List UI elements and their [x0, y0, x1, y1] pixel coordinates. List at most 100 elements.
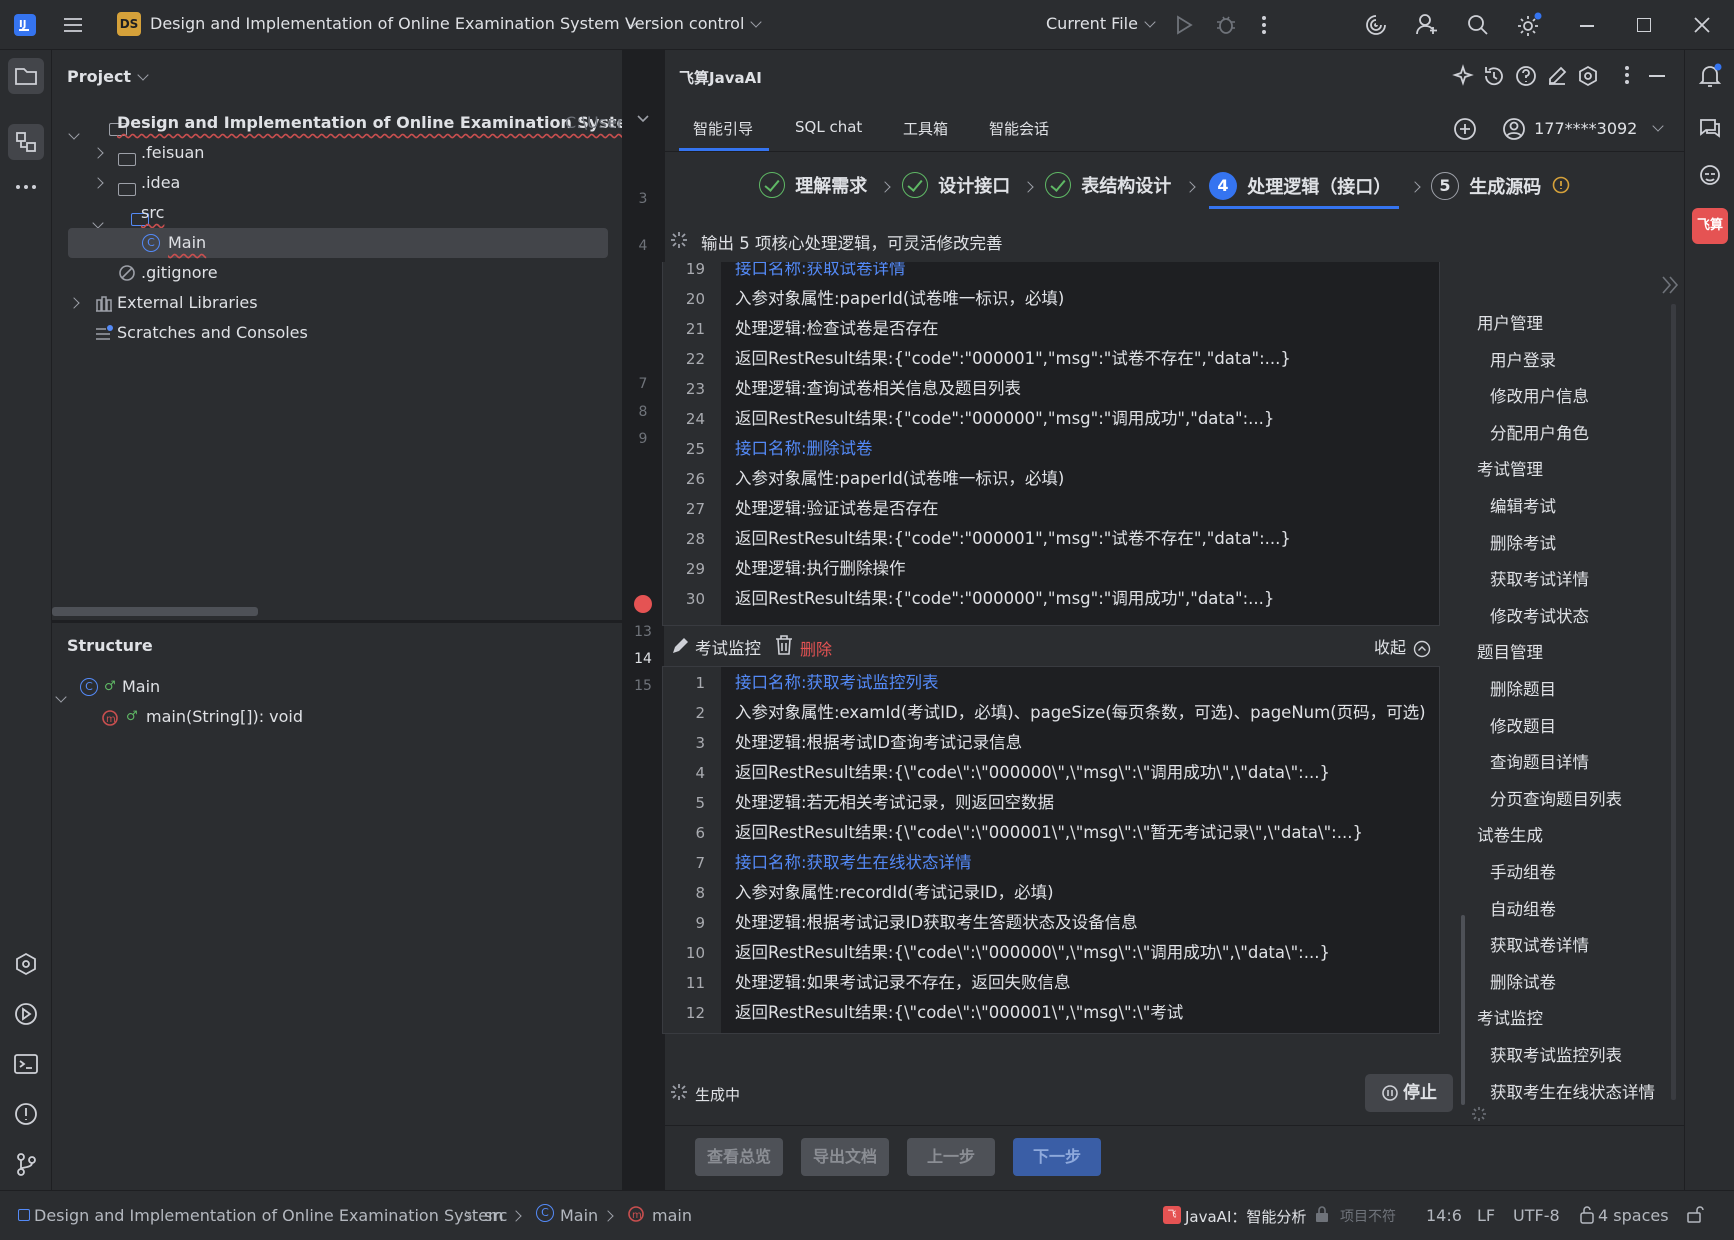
stop-button[interactable]: 停止 [1365, 1074, 1453, 1112]
tab-toolbox[interactable]: 工具箱 [903, 118, 948, 139]
breadcrumb-class[interactable]: Main [560, 1206, 598, 1225]
add-user-icon[interactable] [1415, 12, 1439, 36]
feisuan-tool-button[interactable]: 飞算 [1692, 208, 1728, 244]
code-line[interactable]: 12 返回RestResult结果:{\"code\":\"000001\",\"… [663, 998, 1439, 1028]
pencil-icon[interactable] [670, 636, 690, 656]
outline-group[interactable]: 试卷生成 [1477, 822, 1543, 846]
tree-root[interactable]: Design and Implementation of Online Exam… [52, 108, 644, 140]
step-design-api[interactable]: 设计接口 [902, 172, 1010, 198]
code-line[interactable]: 6 返回RestResult结果:{\"code\":\"000001\",\"m… [663, 818, 1439, 848]
code-line[interactable]: 30 返回RestResult结果:{"code":"000000","msg":… [663, 584, 1439, 614]
outline-group[interactable]: 考试管理 [1477, 456, 1543, 480]
code-line[interactable]: 22 返回RestResult结果:{"code":"000001","msg":… [663, 344, 1439, 374]
outline-group[interactable]: 用户管理 [1477, 310, 1543, 334]
code-line[interactable]: 26 入参对象属性:paperId(试卷唯一标识，必填) [663, 464, 1439, 494]
ai-chat-icon[interactable] [1697, 114, 1723, 140]
hide-panel-icon[interactable] [1649, 75, 1665, 77]
overview-button[interactable]: 查看总览 [695, 1138, 783, 1176]
app-logo-icon[interactable]: IJ [12, 12, 38, 38]
more-icon[interactable] [1260, 14, 1268, 36]
breadcrumb-project[interactable]: Design and Implementation of Online Exam… [34, 1206, 504, 1225]
tree-item-external-libraries[interactable]: External Libraries [52, 288, 622, 318]
step-table-design[interactable]: 表结构设计 [1045, 172, 1171, 198]
code-line[interactable]: 23 处理逻辑:查询试卷相关信息及题目列表 [663, 374, 1439, 404]
terminal-icon[interactable] [12, 1050, 40, 1078]
project-tool-button[interactable] [8, 58, 44, 94]
outline-api-item[interactable]: 获取考生在线状态详情 [1490, 1079, 1655, 1103]
outline-api-item[interactable]: 删除考试 [1490, 530, 1556, 554]
problems-icon[interactable] [12, 1100, 40, 1128]
project-panel-header[interactable]: Project [67, 67, 149, 86]
info-icon[interactable] [1551, 175, 1571, 195]
structure-class-node[interactable]: C ♂ Main [52, 672, 622, 703]
tree-item-src[interactable]: src [52, 198, 622, 229]
code-line[interactable]: 19 接口名称:获取试卷详情 [663, 262, 1439, 284]
more-tools-icon[interactable] [14, 182, 38, 192]
outline-group[interactable]: 题目管理 [1477, 639, 1543, 663]
outline-api-item[interactable]: 编辑考试 [1490, 493, 1556, 517]
ai-sparkle-icon[interactable] [1451, 64, 1475, 88]
code-line[interactable]: 9 处理逻辑:根据考试记录ID获取考生答题状态及设备信息 [663, 908, 1439, 938]
outline-api-item[interactable]: 获取考试监控列表 [1490, 1042, 1622, 1066]
plugins-icon[interactable] [12, 950, 40, 978]
step-understand[interactable]: 理解需求 [759, 172, 867, 198]
outline-api-item[interactable]: 获取试卷详情 [1490, 932, 1589, 956]
code-line[interactable]: 11 处理逻辑:如果考试记录不存在，返回失败信息 [663, 968, 1439, 998]
structure-tool-button[interactable] [8, 124, 44, 160]
outline-api-item[interactable]: 查询题目详情 [1490, 749, 1589, 773]
search-icon[interactable] [1466, 13, 1490, 37]
readonly-toggle-icon[interactable] [1686, 1204, 1704, 1224]
code-line[interactable]: 3 处理逻辑:根据考试ID查询考试记录信息 [663, 728, 1439, 758]
maximize-icon[interactable] [1637, 18, 1651, 32]
delete-section-button[interactable]: 删除 [800, 636, 832, 660]
outline-group[interactable]: 考试监控 [1477, 1005, 1543, 1029]
code-line[interactable]: 29 处理逻辑:执行删除操作 [663, 554, 1439, 584]
code-line[interactable]: 4 返回RestResult结果:{\"code\":\"000000\",\"m… [663, 758, 1439, 788]
code-line[interactable]: 24 返回RestResult结果:{"code":"000000","msg":… [663, 404, 1439, 434]
outline-api-item[interactable]: 手动组卷 [1490, 859, 1556, 883]
minimize-icon[interactable] [1580, 25, 1594, 27]
git-icon[interactable] [12, 1150, 40, 1178]
panel-settings-icon[interactable] [1576, 64, 1600, 88]
edit-icon[interactable] [1545, 64, 1569, 88]
outline-api-item[interactable]: 用户登录 [1490, 347, 1556, 371]
content-scrollbar[interactable] [1461, 915, 1465, 1105]
api-name-link[interactable]: 接口名称:获取试卷详情 [735, 262, 906, 284]
run-tool-icon[interactable] [12, 1000, 40, 1028]
code-line[interactable]: 5 处理逻辑:若无相关考试记录，则返回空数据 [663, 788, 1439, 818]
code-line[interactable]: 1 接口名称:获取考试监控列表 [663, 668, 1439, 698]
tree-item-feisuan[interactable]: .feisuan [52, 138, 622, 168]
outline-scrollbar[interactable] [1671, 304, 1676, 1100]
code-line[interactable]: 20 入参对象属性:paperId(试卷唯一标识，必填) [663, 284, 1439, 314]
tree-item-gitignore[interactable]: .gitignore [52, 258, 622, 288]
tab-chat[interactable]: 智能会话 [989, 118, 1049, 139]
main-menu-icon[interactable] [62, 14, 84, 36]
outline-api-item[interactable]: 修改题目 [1490, 713, 1556, 737]
code-line[interactable]: 21 处理逻辑:检查试卷是否存在 [663, 314, 1439, 344]
run-icon[interactable] [1174, 14, 1194, 36]
file-encoding[interactable]: UTF-8 [1513, 1206, 1560, 1225]
tree-item-scratches[interactable]: Scratches and Consoles [52, 318, 622, 348]
debug-icon[interactable] [1215, 13, 1237, 35]
trash-icon[interactable] [774, 634, 794, 656]
breakpoint-icon[interactable] [634, 595, 652, 613]
new-session-icon[interactable] [1452, 116, 1478, 142]
code-line[interactable]: 28 返回RestResult结果:{"code":"000001","msg":… [663, 524, 1439, 554]
tree-item-idea[interactable]: .idea [52, 168, 622, 198]
outline-api-item[interactable]: 自动组卷 [1490, 896, 1556, 920]
close-icon[interactable] [1694, 17, 1710, 33]
breadcrumb-src[interactable]: src [484, 1206, 507, 1225]
structure-method-node[interactable]: m ♂ main(String[]): void [52, 702, 622, 732]
prev-step-button[interactable]: 上一步 [907, 1138, 995, 1176]
notifications-icon[interactable] [1697, 62, 1723, 90]
export-doc-button[interactable]: 导出文档 [801, 1138, 889, 1176]
settings-icon[interactable] [1515, 11, 1543, 39]
chevron-down-icon[interactable] [637, 114, 649, 124]
code-line[interactable]: 27 处理逻辑:验证试卷是否存在 [663, 494, 1439, 524]
vcs-menu[interactable]: Version control [625, 14, 763, 33]
code-line[interactable]: 7 接口名称:获取考生在线状态详情 [663, 848, 1439, 878]
code-line[interactable]: 2 入参对象属性:examId(考试ID，必填)、pageSize(每页条数，可选… [663, 698, 1439, 728]
outline-api-item[interactable]: 删除题目 [1490, 676, 1556, 700]
project-switcher[interactable]: Design and Implementation of Online Exam… [150, 14, 638, 33]
run-config-selector[interactable]: Current File [1046, 14, 1156, 33]
